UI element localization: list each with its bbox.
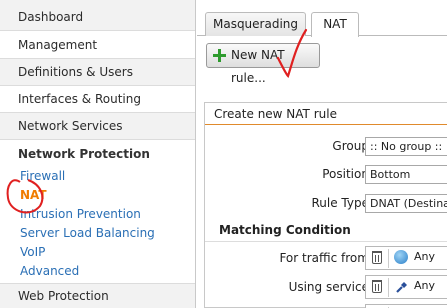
position-select[interactable]: Bottom bbox=[365, 165, 447, 184]
trash-icon[interactable] bbox=[372, 280, 382, 293]
sidebar-section-network-protection[interactable]: Network Protection bbox=[0, 147, 195, 161]
divider bbox=[388, 278, 389, 297]
sidebar-item-dashboard[interactable]: Dashboard bbox=[0, 0, 195, 31]
traffic-from-label: For traffic from: bbox=[279, 251, 373, 265]
panel-title: Create new NAT rule bbox=[205, 103, 447, 125]
plug-icon bbox=[396, 282, 407, 293]
sidebar: Dashboard Management Definitions & Users… bbox=[0, 0, 196, 308]
sidebar-subitem-advanced[interactable]: Advanced bbox=[20, 264, 79, 278]
service-value: Any bbox=[414, 279, 436, 292]
new-nat-rule-label: New NAT rule... bbox=[231, 48, 285, 85]
tab-masquerading[interactable]: Masquerading bbox=[205, 12, 306, 36]
tab-bar: Masquerading NAT bbox=[197, 0, 447, 37]
sidebar-item-management[interactable]: Management bbox=[0, 31, 195, 59]
sidebar-subitem-server-load-balancing[interactable]: Server Load Balancing bbox=[20, 226, 155, 240]
section-divider bbox=[205, 241, 447, 242]
main-content: Masquerading NAT New NAT rule... Create … bbox=[197, 0, 447, 308]
sidebar-subitem-firewall[interactable]: Firewall bbox=[20, 169, 65, 183]
group-select[interactable]: :: No group :: bbox=[365, 137, 447, 156]
new-nat-rule-button[interactable]: New NAT rule... bbox=[206, 43, 320, 85]
plus-icon bbox=[213, 49, 226, 62]
sidebar-item-network-services[interactable]: Network Services bbox=[0, 113, 195, 140]
sidebar-item-definitions-users[interactable]: Definitions & Users bbox=[0, 59, 195, 86]
next-field[interactable] bbox=[365, 304, 447, 308]
service-label: Using service: bbox=[288, 280, 373, 294]
rule-type-select[interactable]: DNAT (Destina bbox=[365, 194, 447, 213]
sidebar-subitem-voip[interactable]: VoIP bbox=[20, 245, 45, 259]
traffic-from-field[interactable]: Any bbox=[365, 246, 447, 270]
trash-icon[interactable] bbox=[372, 251, 382, 264]
traffic-from-value: Any bbox=[414, 250, 436, 263]
matching-condition-heading: Matching Condition bbox=[219, 223, 351, 237]
rule-type-label: Rule Type: bbox=[311, 196, 373, 210]
divider bbox=[388, 249, 389, 268]
sidebar-subitem-intrusion-prevention[interactable]: Intrusion Prevention bbox=[20, 207, 141, 221]
sidebar-item-web-protection[interactable]: Web Protection bbox=[0, 283, 195, 308]
globe-icon bbox=[394, 250, 408, 264]
tab-nat[interactable]: NAT bbox=[311, 12, 359, 37]
service-field[interactable]: Any bbox=[365, 275, 447, 299]
sidebar-item-interfaces-routing[interactable]: Interfaces & Routing bbox=[0, 86, 195, 113]
create-nat-rule-panel: Create new NAT rule Group: :: No group :… bbox=[204, 102, 447, 308]
sidebar-subitem-nat[interactable]: NAT bbox=[20, 188, 47, 202]
app-root: Dashboard Management Definitions & Users… bbox=[0, 0, 447, 308]
